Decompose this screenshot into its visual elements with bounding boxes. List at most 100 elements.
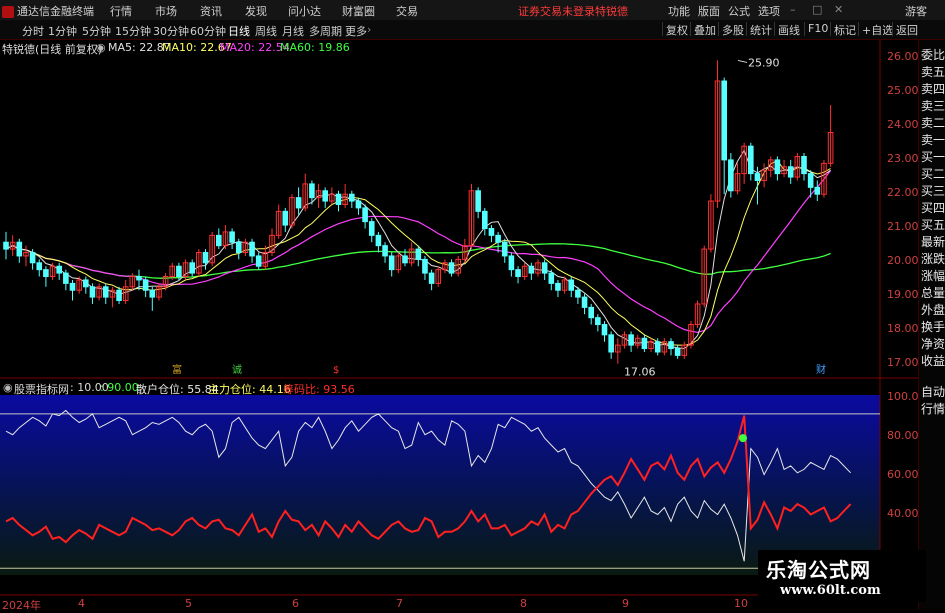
- sidebar-item[interactable]: 买一: [921, 150, 945, 164]
- price-tick: 18.00: [887, 322, 919, 335]
- candle-body: [668, 341, 674, 350]
- candle-body: [309, 183, 315, 199]
- candle-body: [641, 337, 648, 350]
- sidebar-item[interactable]: 卖四: [921, 82, 945, 96]
- price-tick: 26.00: [887, 50, 919, 63]
- candle-body: [728, 159, 734, 192]
- candle-body: [368, 221, 375, 236]
- candle-body: [628, 334, 634, 346]
- candle-body: [541, 262, 548, 274]
- indicator-info-bar: ◉ 股票指标网 : 10.00 : 90.00 散户仓位: 55.84 主力仓位…: [0, 380, 880, 397]
- event-marker: 诚: [232, 364, 242, 376]
- candle-body: [482, 210, 488, 230]
- date-tick: 10: [734, 597, 748, 610]
- sidebar-item[interactable]: 卖五: [921, 65, 945, 79]
- candle-body: [83, 279, 89, 288]
- candle-body: [136, 276, 142, 281]
- candle-body: [575, 289, 581, 298]
- sidebar-item[interactable]: 买二: [921, 167, 945, 181]
- sidebar-item[interactable]: 买四: [921, 201, 945, 215]
- date-tick: 7: [396, 597, 403, 610]
- candle-body: [595, 317, 601, 326]
- candle-body: [674, 348, 681, 356]
- sidebar-item[interactable]: 卖二: [921, 116, 945, 130]
- sidebar-item[interactable]: 涨幅: [921, 269, 945, 283]
- candle-body: [322, 190, 328, 202]
- indicator-tick: 60.00: [887, 468, 919, 481]
- candle-body: [555, 282, 561, 291]
- candle-body: [295, 197, 302, 209]
- candle-body: [3, 241, 9, 250]
- sidebar-item[interactable]: 涨跌: [921, 252, 945, 266]
- candle-body: [355, 200, 362, 209]
- date-tick: 4: [78, 597, 85, 610]
- candle-body: [754, 173, 761, 181]
- candle-body: [16, 241, 23, 257]
- candle-body: [801, 155, 807, 175]
- candle-body: [29, 252, 36, 264]
- candle-body: [36, 262, 43, 271]
- sidebar-item[interactable]: 外盘: [921, 303, 945, 317]
- candle-body: [229, 231, 235, 243]
- candle-body: [43, 269, 49, 278]
- candle-body: [774, 159, 781, 175]
- retail-position: 散户仓位: 55.84: [136, 383, 219, 396]
- main-position: 主力仓位: 44.16: [208, 383, 291, 396]
- price-tick: 24.00: [887, 118, 919, 131]
- candle-body: [149, 289, 156, 298]
- price-tick: 23.00: [887, 152, 919, 165]
- candle-body: [202, 252, 209, 264]
- date-tick: 6: [292, 597, 299, 610]
- sidebar-item[interactable]: 委比: [921, 48, 945, 62]
- sidebar-item[interactable]: 自动: [921, 385, 945, 399]
- kline-chart[interactable]: 25.90 17.06 富 诚 $ 财: [0, 0, 945, 609]
- price-tick: 22.00: [887, 186, 919, 199]
- sidebar-item[interactable]: 收益: [921, 354, 945, 368]
- candle-body: [69, 282, 76, 291]
- sidebar-item[interactable]: 买三: [921, 184, 945, 198]
- candle-body: [501, 241, 508, 257]
- candle-body: [475, 190, 481, 212]
- candle-body: [601, 324, 608, 336]
- candle-body: [402, 255, 408, 264]
- sidebar-item[interactable]: 行情: [921, 402, 945, 416]
- date-tick: 8: [520, 597, 527, 610]
- candle-body: [814, 186, 821, 195]
- date-tick: 2024年: [2, 599, 41, 612]
- candle-body: [568, 279, 575, 291]
- quote-sidebar: 委比 卖五 卖四 卖三 卖二 卖一 买一 买二 买三 买四 买五 最新 涨跌 涨…: [918, 40, 945, 609]
- indicator-name[interactable]: 股票指标网: [14, 381, 69, 397]
- candle-body: [375, 234, 382, 247]
- candle-body: [189, 262, 195, 274]
- event-marker: 财: [816, 363, 826, 376]
- candle-body: [608, 334, 614, 353]
- sidebar-item[interactable]: 卖一: [921, 133, 945, 147]
- sidebar-item[interactable]: 换手: [921, 320, 945, 334]
- indicator-v2: : 90.00: [100, 381, 139, 394]
- watermark-title: 乐淘公式网: [766, 558, 871, 582]
- candle-body: [488, 228, 495, 236]
- candle-body: [654, 341, 661, 353]
- sidebar-item[interactable]: 卖三: [921, 99, 945, 113]
- candle-body: [581, 296, 588, 308]
- sidebar-item[interactable]: 最新: [921, 235, 945, 249]
- sidebar-item[interactable]: 总量: [921, 286, 945, 300]
- candle-body: [362, 207, 368, 223]
- sidebar-item[interactable]: 净资: [921, 337, 945, 351]
- candle-body: [495, 234, 501, 243]
- low-price-label: 17.06: [624, 366, 656, 379]
- event-marker: $: [333, 365, 339, 376]
- price-tick: 21.00: [887, 220, 919, 233]
- candle-body: [116, 289, 122, 302]
- candle-body: [89, 286, 96, 298]
- indicator-settings-icon[interactable]: ◉: [3, 381, 13, 394]
- candle-body: [176, 265, 182, 278]
- candle-body: [787, 166, 794, 178]
- indicator-tick: 80.00: [887, 429, 919, 442]
- sidebar-item[interactable]: 买五: [921, 218, 945, 232]
- candle-body: [382, 245, 388, 257]
- high-price-pointer: [737, 59, 748, 63]
- candle-body: [282, 210, 289, 226]
- candle-body: [335, 193, 342, 205]
- candle-body: [588, 306, 595, 319]
